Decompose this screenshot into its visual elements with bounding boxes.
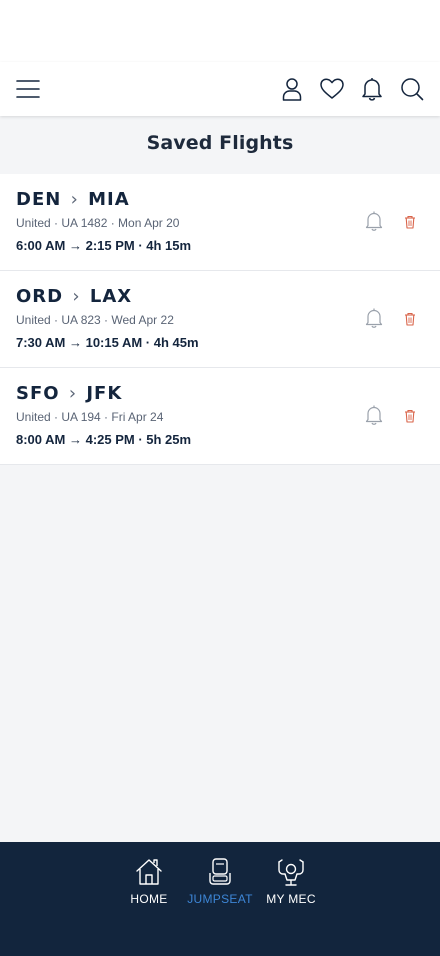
- bottom-navigation: HOME JUMPSEAT MY MEC: [0, 842, 440, 956]
- bell-icon[interactable]: [363, 210, 385, 232]
- seat-icon: [204, 856, 236, 888]
- origin-code: DEN: [16, 189, 62, 210]
- trash-icon[interactable]: [404, 408, 416, 423]
- heart-icon[interactable]: [319, 76, 345, 102]
- profile-icon[interactable]: [279, 76, 305, 102]
- nav-home[interactable]: HOME: [109, 856, 189, 906]
- origin-code: ORD: [16, 286, 64, 307]
- trash-icon[interactable]: [404, 214, 416, 229]
- flight-times: 7:30 AM → 10:15 AM · 4h 45m: [16, 335, 199, 350]
- nav-label: MY MEC: [266, 892, 316, 906]
- trash-icon[interactable]: [404, 311, 416, 326]
- destination-code: MIA: [88, 189, 130, 210]
- flight-route: ORD › LAX: [16, 286, 132, 307]
- bell-icon[interactable]: [363, 404, 385, 426]
- route-separator: ›: [70, 189, 79, 210]
- flight-card[interactable]: DEN › MIA United · UA 1482 · Mon Apr 20 …: [0, 174, 440, 271]
- route-separator: ›: [72, 286, 81, 307]
- nav-label: JUMPSEAT: [187, 892, 253, 906]
- home-icon: [133, 856, 165, 888]
- flight-times: 6:00 AM → 2:15 PM · 4h 15m: [16, 238, 192, 253]
- saved-flights-list: DEN › MIA United · UA 1482 · Mon Apr 20 …: [0, 174, 440, 465]
- page-title: Saved Flights: [146, 132, 294, 154]
- flight-meta: United · UA 194 · Fri Apr 24: [16, 410, 164, 424]
- search-icon[interactable]: [399, 76, 425, 102]
- flight-meta: United · UA 823 · Wed Apr 22: [16, 313, 174, 327]
- menu-icon[interactable]: [16, 78, 40, 100]
- route-separator: ›: [68, 383, 78, 404]
- origin-code: SFO: [16, 383, 60, 404]
- nav-label: HOME: [130, 892, 168, 906]
- pilot-icon: [275, 856, 307, 888]
- flight-times: 8:00 AM → 4:25 PM · 5h 25m: [16, 432, 192, 447]
- top-app-bar: [0, 62, 440, 116]
- flight-route: SFO › JFK: [16, 383, 122, 404]
- nav-my-mec[interactable]: MY MEC: [251, 856, 331, 906]
- flight-route: DEN › MIA: [16, 189, 130, 210]
- bell-icon[interactable]: [363, 307, 385, 329]
- nav-jumpseat[interactable]: JUMPSEAT: [180, 856, 260, 906]
- flight-meta: United · UA 1482 · Mon Apr 20: [16, 216, 180, 230]
- flight-card[interactable]: ORD › LAX United · UA 823 · Wed Apr 22 7…: [0, 271, 440, 368]
- destination-code: JFK: [86, 383, 123, 404]
- bell-icon[interactable]: [359, 76, 385, 102]
- status-bar-area: [0, 0, 440, 62]
- destination-code: LAX: [89, 286, 133, 307]
- flight-card[interactable]: SFO › JFK United · UA 194 · Fri Apr 24 8…: [0, 368, 440, 465]
